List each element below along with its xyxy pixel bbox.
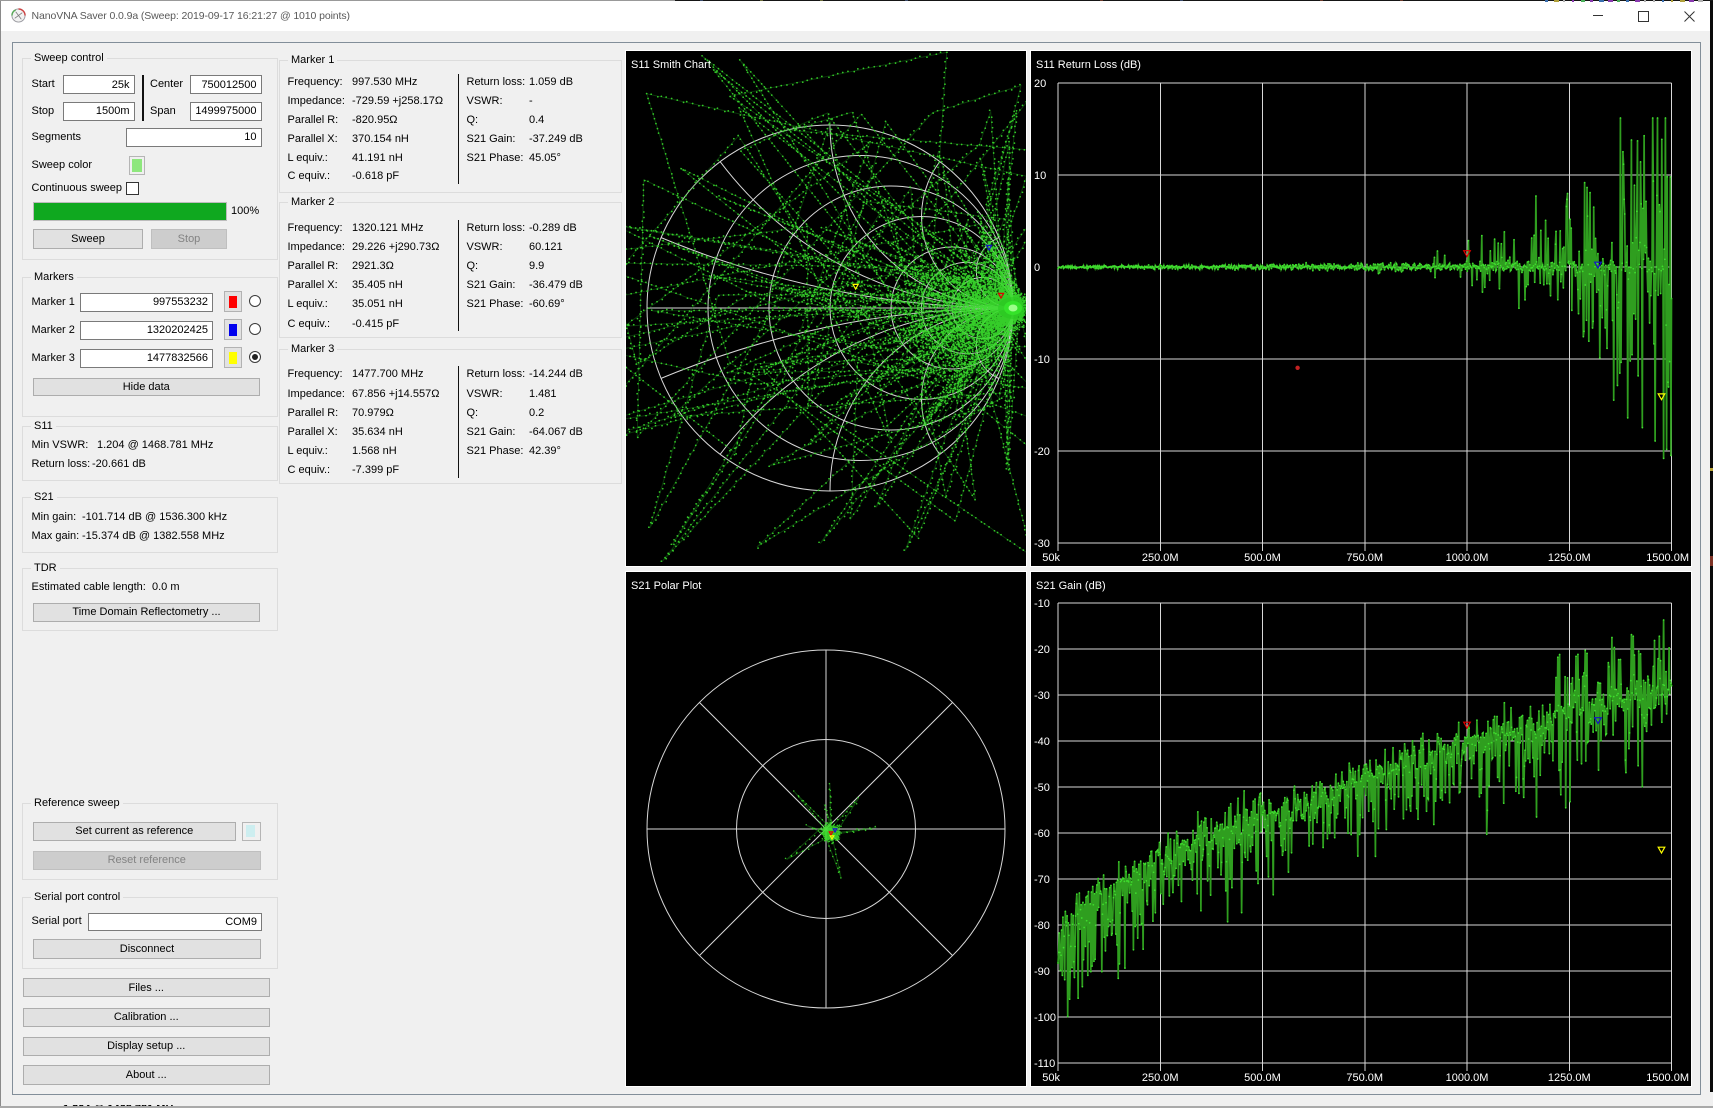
svg-text:-90: -90 [1034,966,1050,978]
svg-text:50k: 50k [1042,552,1060,564]
svg-text:-50: -50 [1034,782,1050,794]
svg-text:1250.0M: 1250.0M [1548,552,1591,564]
svg-text:-80: -80 [1034,920,1050,932]
svg-text:-20: -20 [1034,446,1050,458]
svg-text:-110: -110 [1034,1058,1055,1070]
svg-text:-30: -30 [1034,538,1050,550]
svg-text:1000.0M: 1000.0M [1446,552,1489,564]
svg-text:-30: -30 [1034,690,1050,702]
svg-text:-20: -20 [1034,644,1050,656]
svg-text:500.0M: 500.0M [1244,552,1281,564]
svg-text:250.0M: 250.0M [1142,1072,1179,1084]
svg-text:1000.0M: 1000.0M [1446,1072,1489,1084]
svg-text:1500.0M: 1500.0M [1646,1072,1689,1084]
svg-text:500.0M: 500.0M [1244,1072,1281,1084]
svg-text:-60: -60 [1034,828,1050,840]
svg-text:-10: -10 [1034,354,1050,366]
svg-text:250.0M: 250.0M [1142,552,1179,564]
svg-text:750.0M: 750.0M [1346,1072,1383,1084]
svg-text:-40: -40 [1034,736,1050,748]
svg-text:0: 0 [1034,262,1040,274]
svg-text:S11 Return Loss (dB): S11 Return Loss (dB) [1036,59,1141,71]
svg-text:10: 10 [1034,170,1046,182]
svg-text:S11 Smith Chart: S11 Smith Chart [631,59,711,71]
svg-text:-100: -100 [1034,1012,1056,1024]
svg-text:20: 20 [1034,78,1046,90]
svg-text:1500.0M: 1500.0M [1646,552,1689,564]
svg-text:750.0M: 750.0M [1346,552,1383,564]
svg-text:50k: 50k [1042,1072,1060,1084]
svg-text:-70: -70 [1034,874,1050,886]
svg-text:-10: -10 [1034,598,1050,610]
svg-text:S21 Polar Plot: S21 Polar Plot [631,580,701,592]
svg-text:S21 Gain (dB): S21 Gain (dB) [1036,580,1106,592]
svg-text:1250.0M: 1250.0M [1548,1072,1591,1084]
